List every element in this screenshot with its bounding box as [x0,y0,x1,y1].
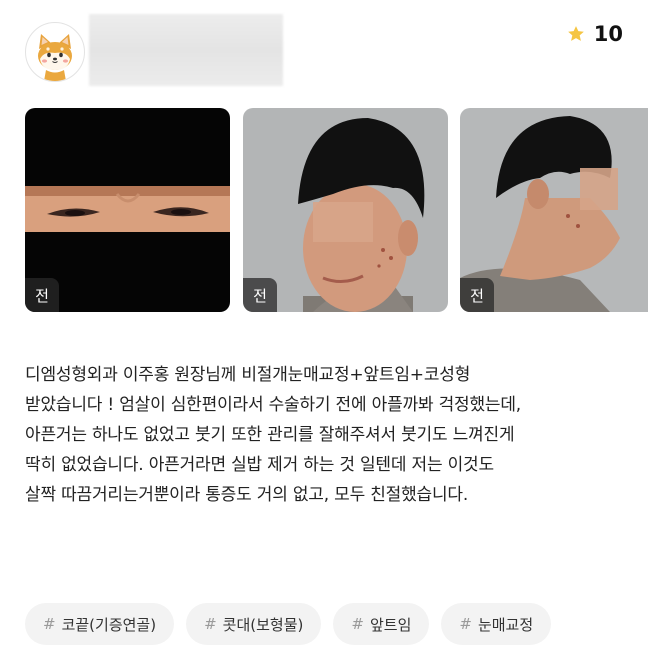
tag-chip[interactable]: # 코끝(기증연골) [25,603,175,645]
tag-chip[interactable]: # 앞트임 [333,603,430,645]
tag-label: 앞트임 [369,615,412,634]
tag-label: 코끝(기증연골) [61,615,157,634]
tag-list: # 코끝(기증연골) # 콧대(보형물) # 앞트임 # 눈매교정 [25,603,552,645]
review-text: 디엠성형외과 이주홍 원장님께 비절개눈매교정+앞트임+코성형 받았습니다 ! … [25,365,522,505]
star-icon [567,26,584,41]
side-profile-photo[interactable]: 전 [460,108,648,312]
rating: 10 [566,22,623,46]
review-card: 10 전 전 전 디엠성형외과 이주홍 원장님께 비절개눈매교정+앞트임+코성형… [0,0,648,664]
photo-label-before: 전 [25,278,59,312]
shiba-dog-avatar-icon [38,34,72,81]
tag-chip[interactable]: # 콧대(보형물) [186,603,322,645]
username-blurred [89,14,283,86]
hash-icon: # [459,615,472,633]
tag-label: 눈매교정 [477,615,534,634]
photo-label-before: 전 [460,278,494,312]
avatar[interactable] [25,22,85,82]
tag-chip[interactable]: # 눈매교정 [441,603,552,645]
photo-label-before: 전 [243,278,277,312]
hash-icon: # [204,615,217,633]
rating-value: 10 [593,22,623,46]
hash-icon: # [43,615,56,633]
front-face-photo[interactable]: 전 [243,108,448,312]
hash-icon: # [351,615,364,633]
photo-gallery[interactable]: 전 전 전 [25,108,648,312]
tag-label: 콧대(보형물) [222,615,304,634]
eyes-closeup-photo[interactable]: 전 [25,108,230,312]
